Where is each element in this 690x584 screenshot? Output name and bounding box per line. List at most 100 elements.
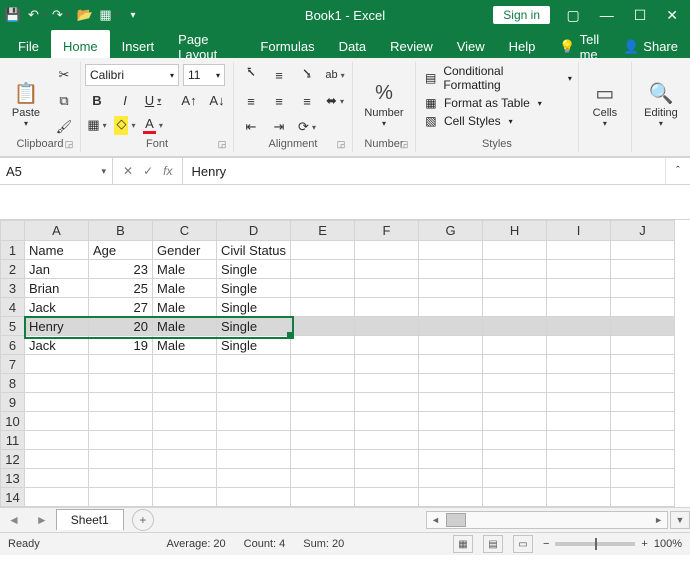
column-header[interactable]: A xyxy=(25,221,89,241)
cell[interactable] xyxy=(89,412,153,431)
cell[interactable] xyxy=(291,317,355,336)
cell[interactable] xyxy=(483,374,547,393)
cell[interactable] xyxy=(217,450,291,469)
name-box[interactable]: A5 xyxy=(0,158,113,184)
tellme-button[interactable]: 💡Tell me xyxy=(547,30,611,58)
cell[interactable]: Male xyxy=(153,279,217,298)
column-header[interactable]: C xyxy=(153,221,217,241)
cell[interactable] xyxy=(25,393,89,412)
bold-button[interactable]: B xyxy=(85,89,109,111)
maximize-icon[interactable]: ☐ xyxy=(634,7,647,24)
cell[interactable] xyxy=(355,469,419,488)
cell[interactable] xyxy=(419,317,483,336)
column-header[interactable]: G xyxy=(419,221,483,241)
align-middle-button[interactable]: ≡ xyxy=(267,64,291,86)
cell[interactable] xyxy=(547,317,611,336)
cell[interactable] xyxy=(217,355,291,374)
align-top-button[interactable]: ⭶ xyxy=(239,64,263,86)
zoom-out-icon[interactable]: − xyxy=(543,538,549,550)
font-name-input[interactable]: Calibri▾ xyxy=(85,64,179,86)
qat-more-icon[interactable]: ▾ xyxy=(126,8,140,22)
row-header[interactable]: 4 xyxy=(1,298,25,317)
tab-formulas[interactable]: Formulas xyxy=(248,30,326,58)
cell[interactable] xyxy=(355,374,419,393)
cell[interactable] xyxy=(89,469,153,488)
cell[interactable] xyxy=(419,355,483,374)
cell[interactable] xyxy=(355,317,419,336)
zoom-level[interactable]: 100% xyxy=(654,538,682,550)
row-header[interactable]: 12 xyxy=(1,450,25,469)
row-header[interactable]: 3 xyxy=(1,279,25,298)
column-header[interactable]: I xyxy=(547,221,611,241)
vertical-scroll-down-icon[interactable]: ▼ xyxy=(670,511,690,529)
cell[interactable]: Jack xyxy=(25,298,89,317)
zoom-control[interactable]: − + 100% xyxy=(543,538,682,550)
cell[interactable]: Jack xyxy=(25,336,89,355)
pagebreak-view-icon[interactable]: ▭ xyxy=(513,535,533,553)
row-header[interactable]: 14 xyxy=(1,488,25,507)
cell[interactable] xyxy=(25,412,89,431)
cell[interactable]: Jan xyxy=(25,260,89,279)
cell[interactable] xyxy=(355,241,419,260)
cell[interactable]: Name xyxy=(25,241,89,260)
cell[interactable]: Single xyxy=(217,279,291,298)
number-format-button[interactable]: % Number▾ xyxy=(362,62,406,128)
cell[interactable] xyxy=(291,412,355,431)
cell[interactable] xyxy=(483,431,547,450)
conditional-formatting-button[interactable]: ▤Conditional Formatting▾ xyxy=(422,64,572,92)
cell[interactable]: Single xyxy=(217,298,291,317)
cell[interactable] xyxy=(89,393,153,412)
zoom-slider[interactable] xyxy=(555,542,635,546)
cell[interactable] xyxy=(217,469,291,488)
cell[interactable] xyxy=(419,336,483,355)
cell[interactable] xyxy=(611,260,675,279)
cell[interactable] xyxy=(355,393,419,412)
cell[interactable] xyxy=(355,260,419,279)
cell[interactable] xyxy=(355,450,419,469)
cell[interactable] xyxy=(291,279,355,298)
cell[interactable] xyxy=(291,431,355,450)
cell[interactable]: Age xyxy=(89,241,153,260)
cell[interactable] xyxy=(355,298,419,317)
cell[interactable] xyxy=(153,355,217,374)
cell[interactable] xyxy=(547,241,611,260)
cell[interactable] xyxy=(153,469,217,488)
cell[interactable] xyxy=(611,298,675,317)
cell[interactable] xyxy=(153,450,217,469)
tab-insert[interactable]: Insert xyxy=(110,30,167,58)
column-header[interactable]: H xyxy=(483,221,547,241)
tab-help[interactable]: Help xyxy=(497,30,548,58)
cell[interactable] xyxy=(89,374,153,393)
cell[interactable] xyxy=(153,393,217,412)
cell[interactable] xyxy=(419,469,483,488)
cell[interactable] xyxy=(153,488,217,507)
cell[interactable] xyxy=(291,336,355,355)
format-as-table-button[interactable]: ▦Format as Table▾ xyxy=(422,96,572,110)
borders-button[interactable]: ▦ xyxy=(85,114,109,136)
cell[interactable] xyxy=(611,469,675,488)
open-icon[interactable]: 📂 xyxy=(78,8,92,22)
cell[interactable] xyxy=(419,260,483,279)
cell[interactable]: 20 xyxy=(89,317,153,336)
indent-increase-button[interactable]: ⇥ xyxy=(267,116,291,138)
fx-icon[interactable]: fx xyxy=(163,164,172,178)
save-icon[interactable]: 💾 xyxy=(6,8,20,22)
cell[interactable] xyxy=(483,317,547,336)
insert-table-icon[interactable]: ▦ xyxy=(102,8,116,22)
cell[interactable]: Male xyxy=(153,317,217,336)
indent-decrease-button[interactable]: ⇤ xyxy=(239,116,263,138)
ribbon-options-icon[interactable]: ▢ xyxy=(566,7,579,24)
cell[interactable] xyxy=(291,450,355,469)
horizontal-scrollbar[interactable]: ◄ ► xyxy=(426,511,668,529)
align-right-button[interactable]: ≡ xyxy=(295,90,319,112)
row-header[interactable]: 10 xyxy=(1,412,25,431)
cell[interactable] xyxy=(25,450,89,469)
row-header[interactable]: 2 xyxy=(1,260,25,279)
alignment-launcher-icon[interactable]: ◲ xyxy=(336,139,346,149)
cell[interactable] xyxy=(89,355,153,374)
new-sheet-button[interactable]: + xyxy=(132,509,154,531)
cell[interactable] xyxy=(419,374,483,393)
normal-view-icon[interactable]: ▦ xyxy=(453,535,473,553)
font-launcher-icon[interactable]: ◲ xyxy=(217,139,227,149)
cell[interactable] xyxy=(547,298,611,317)
